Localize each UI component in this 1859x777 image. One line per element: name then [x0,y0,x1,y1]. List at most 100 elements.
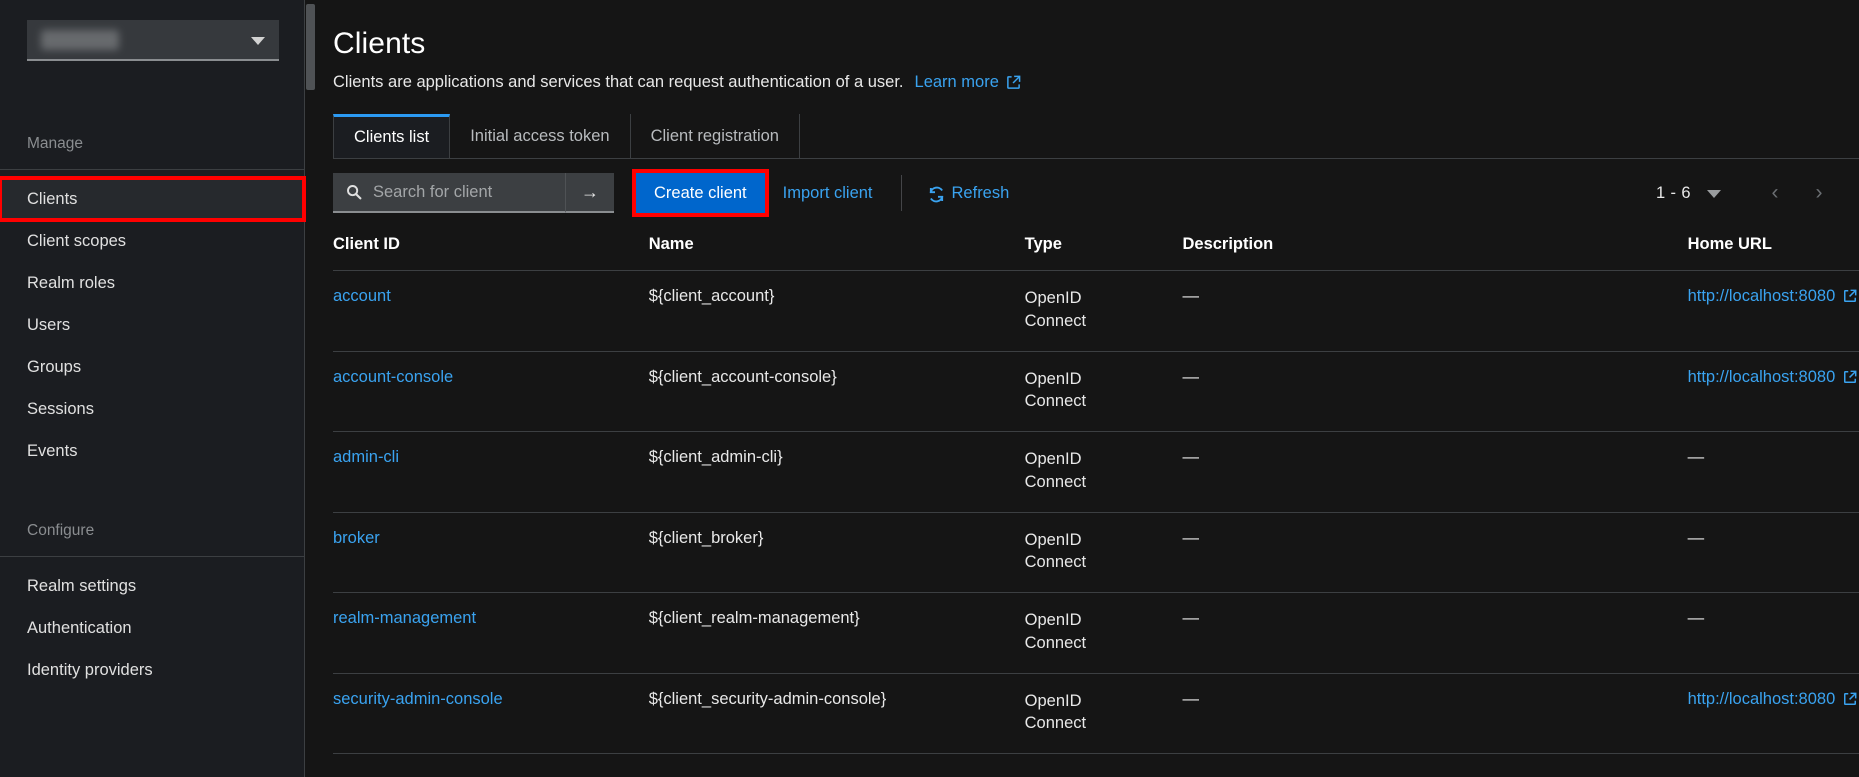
sidebar-item-label: Client scopes [27,231,127,250]
table-row[interactable]: admin-cli ${client_admin-cli} OpenID Con… [333,431,1859,513]
sidebar-item-label: Realm settings [27,576,137,595]
cell-description: — [1182,431,1688,513]
search-box[interactable] [333,173,565,213]
column-header-client-id[interactable]: Client ID [333,225,649,271]
page-title: Clients [333,27,426,60]
import-client-button[interactable]: Import client [765,173,891,213]
cell-home-url: — [1687,592,1859,674]
realm-selector-container [0,0,304,61]
cell-type: OpenID Connect [1024,369,1087,411]
client-id-link[interactable]: account [333,287,391,305]
nav-section-label-manage: Manage [27,135,84,152]
column-header-home-url[interactable]: Home URL [1687,225,1859,271]
sidebar-item-label: Identity providers [27,660,153,679]
cell-type: OpenID Connect [1024,450,1087,491]
sidebar-item-sessions[interactable]: Sessions [0,388,304,430]
home-url-link[interactable]: http://localhost:8080 [1688,368,1859,387]
search-input[interactable] [373,182,548,202]
cell-description: — [1182,673,1688,755]
table-row[interactable]: account-console ${client_account-console… [333,351,1859,433]
sidebar-item-events[interactable]: Events [0,430,304,472]
external-link-icon [1843,289,1858,304]
page-description: Clients are applications and services th… [333,73,904,91]
client-id-link[interactable]: broker [333,529,380,547]
column-header-description[interactable]: Description [1182,225,1688,271]
pagination-chevron-down-icon[interactable] [1707,190,1721,198]
pagination: 1 - 6 ‹ › [1656,173,1841,213]
sidebar-item-client-scopes[interactable]: Client scopes [0,220,304,262]
keycloak-admin-console: Manage Clients Client scopes Realm roles… [0,0,1859,777]
refresh-label: Refresh [951,183,1010,202]
cell-name: ${client_account} [648,270,1025,352]
search-group: → [333,173,614,213]
sidebar-item-realm-settings[interactable]: Realm settings [0,565,304,607]
main-scrollbar-thumb[interactable] [306,4,315,90]
pagination-range: 1 - 6 [1655,183,1691,202]
client-id-link[interactable]: account-console [333,368,453,386]
nav-list-configure: Realm settings Authentication Identity p… [0,557,304,691]
page-subtitle-row: Clients are applications and services th… [333,73,1859,92]
sidebar-item-label: Clients [27,189,78,208]
sidebar-item-label: Realm roles [27,273,116,292]
refresh-button[interactable]: Refresh [912,173,1026,213]
tab-clients-list[interactable]: Clients list [333,114,451,158]
sidebar-item-label: Authentication [27,618,132,637]
cell-home-url: — [1687,431,1859,513]
home-url-link[interactable]: http://localhost:8080 [1688,690,1859,709]
tab-initial-access-token[interactable]: Initial access token [450,114,631,158]
sidebar-item-users[interactable]: Users [0,304,304,346]
cell-type: OpenID Connect [1024,611,1087,652]
realm-selector[interactable] [27,20,279,61]
main-content: Clients Clients are applications and ser… [305,0,1859,777]
main-scrollbar[interactable] [305,0,316,777]
cell-name: ${client_realm-management} [648,592,1025,674]
cell-name: ${client_admin-cli} [648,431,1025,513]
sidebar-item-label: Events [27,441,78,460]
chevron-down-icon [251,36,265,45]
pagination-prev-button[interactable]: ‹ [1753,173,1797,213]
table-row[interactable]: account ${client_account} OpenID Connect… [333,270,1859,352]
sidebar-item-label: Users [27,315,71,334]
sidebar-item-clients[interactable]: Clients [0,176,306,222]
column-header-name[interactable]: Name [648,225,1025,271]
home-url-label: http://localhost:8080 [1687,689,1836,708]
tab-label: Client registration [650,126,779,145]
tab-client-registration[interactable]: Client registration [631,114,800,158]
client-id-link[interactable]: realm-management [333,609,476,627]
tab-bar: Clients list Initial access token Client… [333,114,1859,159]
refresh-icon [928,186,943,202]
sidebar-item-identity-providers[interactable]: Identity providers [0,649,304,691]
sidebar-item-realm-roles[interactable]: Realm roles [0,262,304,304]
sidebar-item-label: Groups [27,357,82,376]
cell-home-url: — [1687,512,1859,594]
table-row[interactable]: security-admin-console ${client_security… [333,673,1859,755]
column-header-type[interactable]: Type [1024,225,1183,271]
client-id-link[interactable]: security-admin-console [333,690,503,708]
external-link-icon [1006,75,1021,90]
search-submit-button[interactable]: → [565,173,614,213]
table-header-row: Client ID Name Type Description Home URL [333,225,1859,271]
nav-section-label-configure: Configure [27,522,95,539]
client-id-link[interactable]: admin-cli [333,448,399,466]
cell-type: OpenID Connect [1024,530,1087,572]
sidebar: Manage Clients Client scopes Realm roles… [0,0,306,777]
create-client-button[interactable]: Create client [632,169,769,217]
pagination-next-button[interactable]: › [1797,173,1841,213]
external-link-icon [1843,370,1858,385]
table-row[interactable]: broker ${client_broker} OpenID Connect —… [333,512,1859,594]
cell-type: OpenID Connect [1024,691,1087,733]
external-link-icon [1843,692,1858,707]
sidebar-item-authentication[interactable]: Authentication [0,607,304,649]
learn-more-link[interactable]: Learn more [915,73,1021,92]
cell-description: — [1182,592,1688,674]
realm-name-redacted [41,29,119,50]
cell-type: OpenID Connect [1024,289,1087,330]
home-url-link[interactable]: http://localhost:8080 [1688,287,1859,306]
clients-table: Client ID Name Type Description Home URL… [333,225,1859,755]
table-head: Client ID Name Type Description Home URL [333,225,1859,271]
cell-name: ${client_broker} [648,512,1025,594]
sidebar-item-groups[interactable]: Groups [0,346,304,388]
table-toolbar: → Create client Import client Refre [333,159,1859,225]
table-row[interactable]: realm-management ${client_realm-manageme… [333,592,1859,674]
tab-label: Initial access token [470,126,610,145]
